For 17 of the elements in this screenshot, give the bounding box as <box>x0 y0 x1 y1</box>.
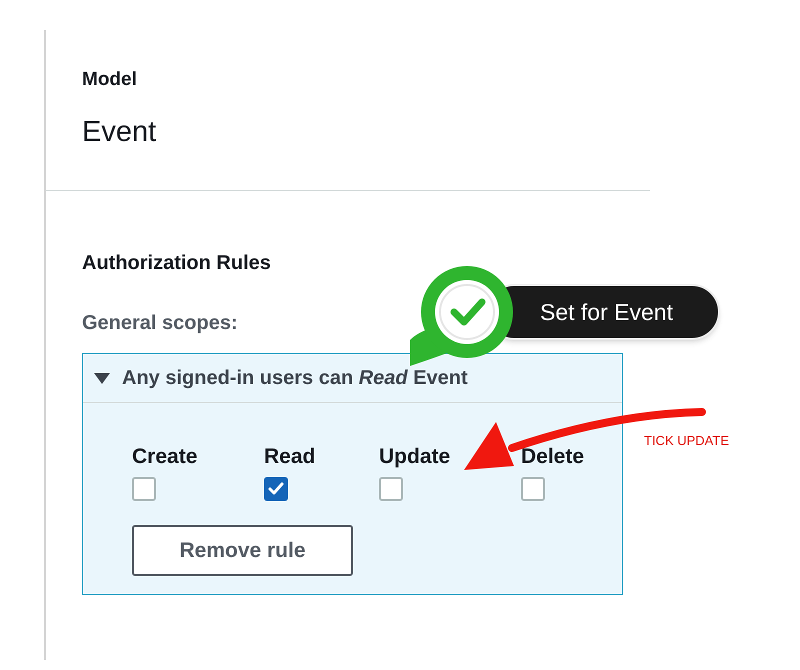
model-name: Event <box>82 115 158 150</box>
section-heading: Authorization Rules <box>82 251 272 276</box>
checkbox[interactable] <box>132 477 156 501</box>
section-subheading: General scopes: <box>82 311 238 336</box>
permission-label: Update <box>379 444 450 470</box>
permission-label: Delete <box>521 444 584 470</box>
caret-icon[interactable] <box>94 371 110 385</box>
field-label: Model <box>82 68 138 92</box>
permission-label: Create <box>132 444 198 470</box>
permission-label: Read <box>264 444 316 470</box>
rule-title[interactable]: Any signed-in users can Read Event <box>122 364 468 392</box>
checkmark-icon <box>268 482 284 496</box>
checkbox[interactable] <box>521 477 545 501</box>
checkbox[interactable] <box>264 477 288 501</box>
remove-rule-button[interactable]: Remove rule <box>132 525 353 576</box>
checkbox[interactable] <box>379 477 403 501</box>
annotation-note: TICK UPDATE <box>644 433 729 449</box>
